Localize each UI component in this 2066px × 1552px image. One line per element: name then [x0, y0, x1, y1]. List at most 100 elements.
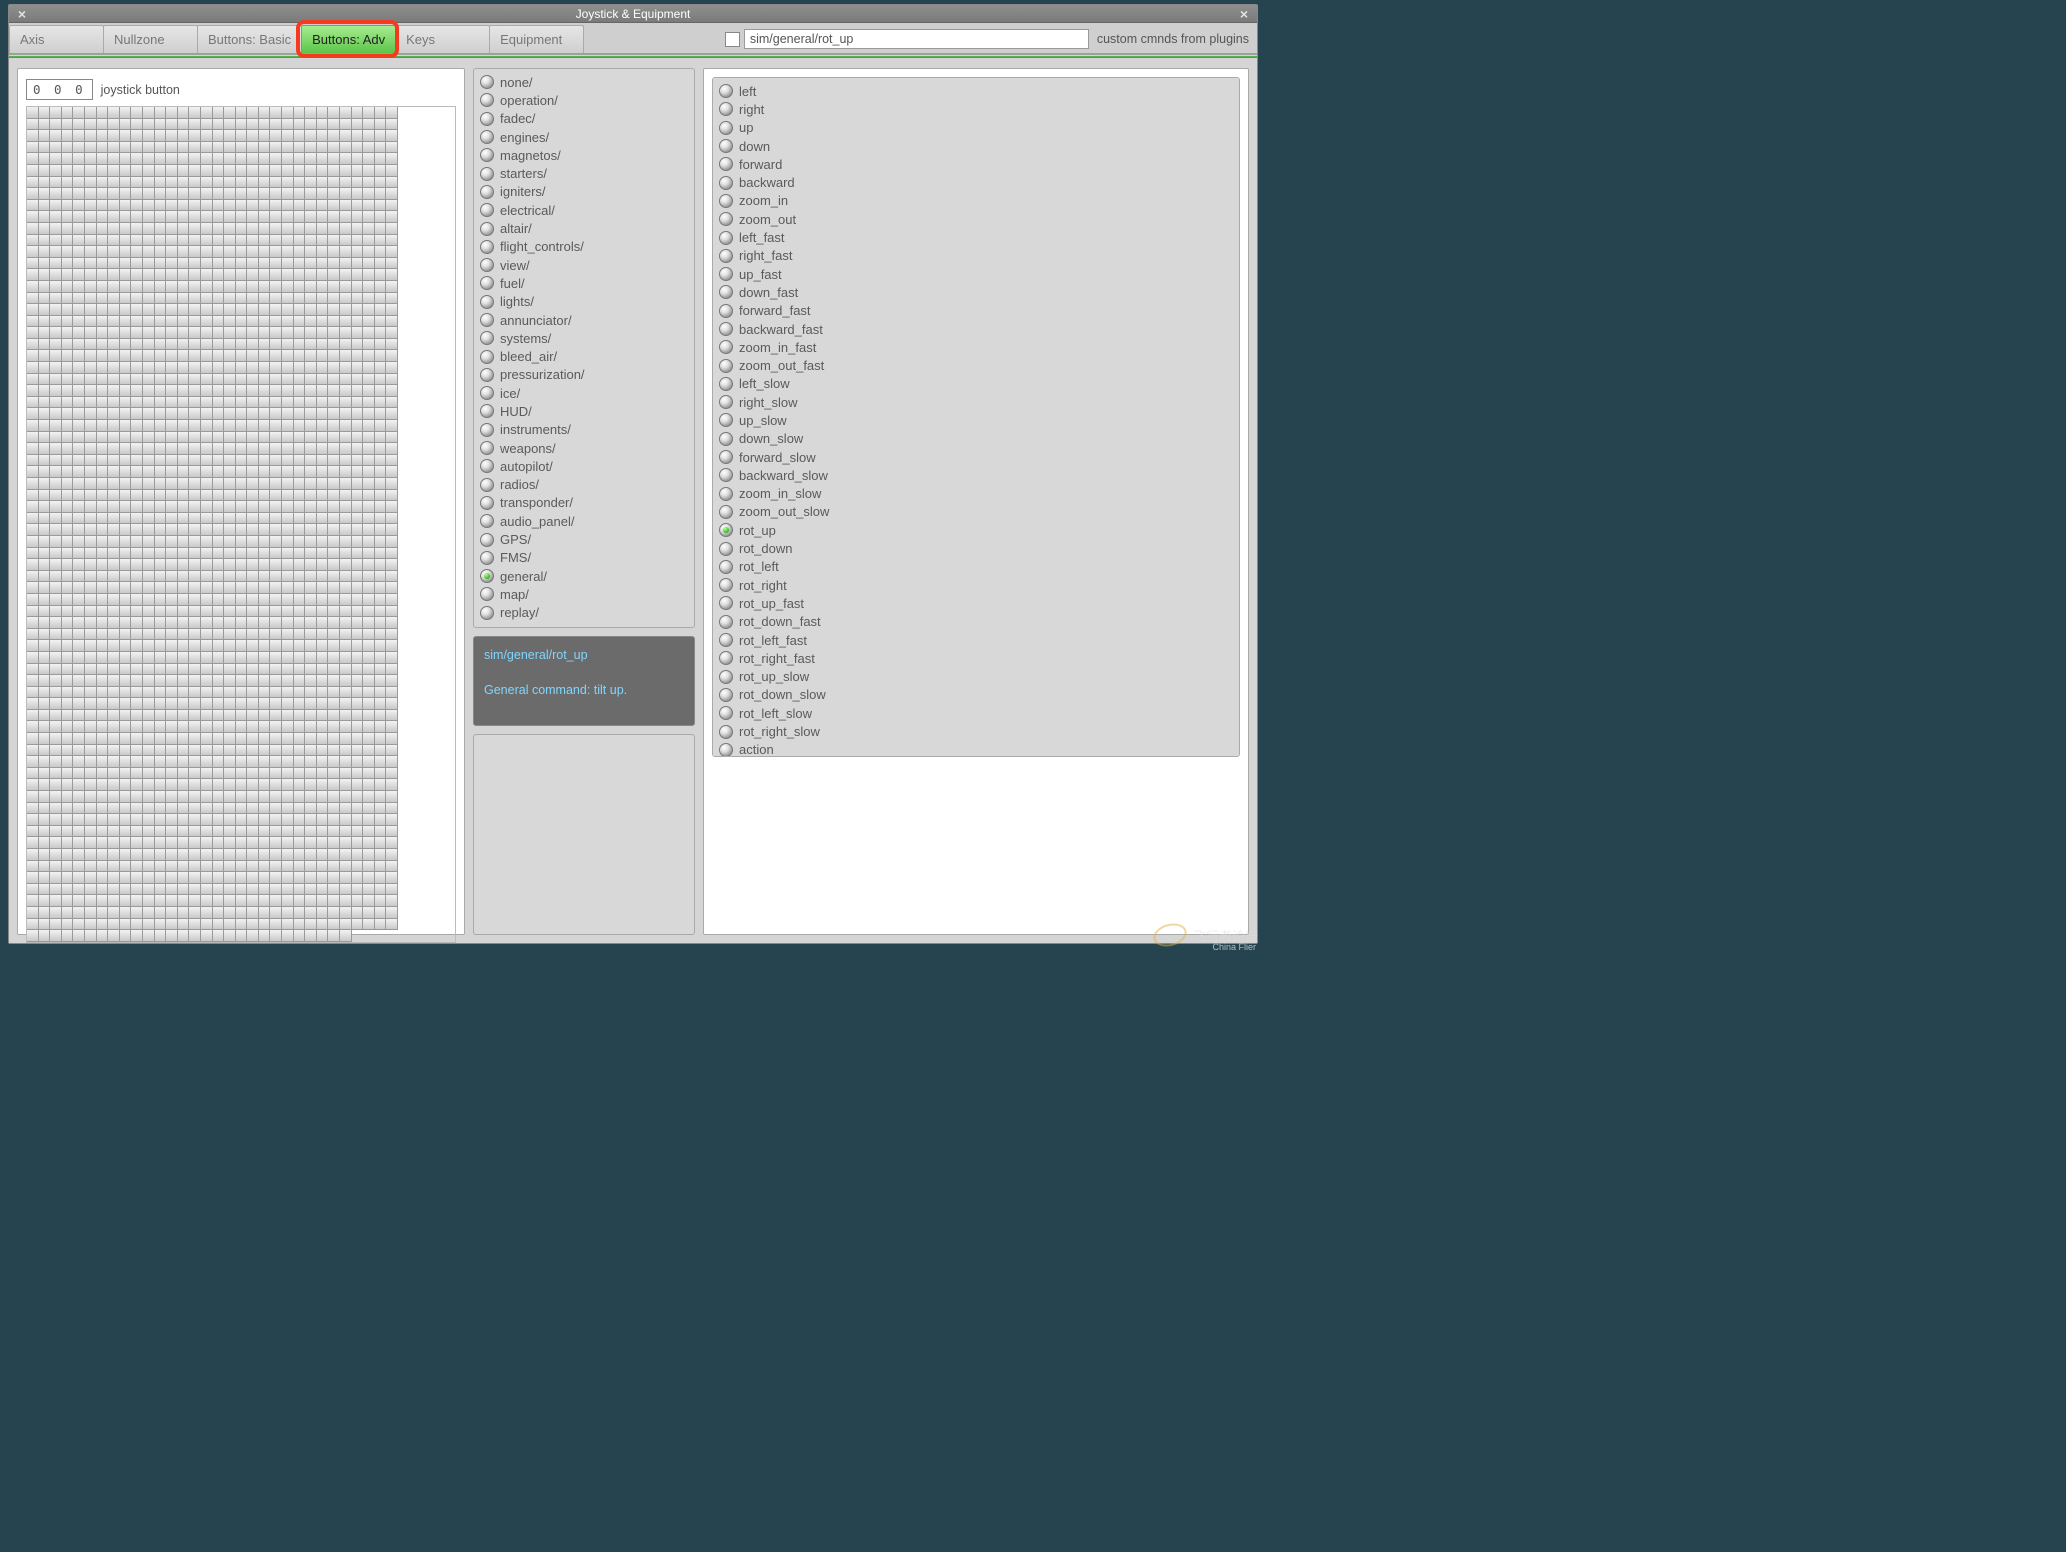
- grid-button[interactable]: [340, 385, 352, 397]
- grid-button[interactable]: [97, 211, 109, 223]
- grid-button[interactable]: [236, 269, 248, 281]
- grid-button[interactable]: [108, 675, 120, 687]
- grid-button[interactable]: [375, 304, 387, 316]
- grid-button[interactable]: [62, 374, 74, 386]
- grid-button[interactable]: [294, 316, 306, 328]
- grid-button[interactable]: [317, 582, 329, 594]
- grid-button[interactable]: [259, 548, 271, 560]
- grid-button[interactable]: [352, 211, 364, 223]
- grid-button[interactable]: [143, 721, 155, 733]
- grid-button[interactable]: [178, 408, 190, 420]
- grid-button[interactable]: [155, 849, 167, 861]
- grid-button[interactable]: [189, 756, 201, 768]
- grid-button[interactable]: [50, 930, 62, 942]
- grid-button[interactable]: [62, 455, 74, 467]
- grid-button[interactable]: [270, 269, 282, 281]
- grid-button[interactable]: [73, 478, 85, 490]
- grid-button[interactable]: [50, 153, 62, 165]
- grid-button[interactable]: [201, 165, 213, 177]
- grid-button[interactable]: [352, 733, 364, 745]
- grid-button[interactable]: [305, 455, 317, 467]
- grid-button[interactable]: [166, 200, 178, 212]
- grid-button[interactable]: [166, 675, 178, 687]
- grid-button[interactable]: [294, 246, 306, 258]
- grid-button[interactable]: [236, 536, 248, 548]
- grid-button[interactable]: [213, 629, 225, 641]
- grid-button[interactable]: [50, 582, 62, 594]
- grid-button[interactable]: [27, 559, 39, 571]
- grid-button[interactable]: [352, 687, 364, 699]
- grid-button[interactable]: [73, 501, 85, 513]
- grid-button[interactable]: [259, 350, 271, 362]
- action-item[interactable]: forward: [719, 155, 1233, 173]
- grid-button[interactable]: [189, 327, 201, 339]
- grid-button[interactable]: [224, 629, 236, 641]
- grid-button[interactable]: [259, 895, 271, 907]
- grid-button[interactable]: [189, 907, 201, 919]
- grid-button[interactable]: [39, 246, 51, 258]
- grid-button[interactable]: [166, 594, 178, 606]
- grid-button[interactable]: [328, 733, 340, 745]
- grid-button[interactable]: [27, 733, 39, 745]
- grid-button[interactable]: [73, 779, 85, 791]
- grid-button[interactable]: [224, 339, 236, 351]
- grid-button[interactable]: [282, 733, 294, 745]
- grid-button[interactable]: [328, 791, 340, 803]
- grid-button[interactable]: [27, 606, 39, 618]
- grid-button[interactable]: [189, 606, 201, 618]
- grid-button[interactable]: [50, 919, 62, 931]
- grid-button[interactable]: [386, 153, 398, 165]
- grid-button[interactable]: [386, 791, 398, 803]
- grid-button[interactable]: [155, 571, 167, 583]
- grid-button[interactable]: [85, 687, 97, 699]
- grid-button[interactable]: [131, 200, 143, 212]
- grid-button[interactable]: [62, 223, 74, 235]
- grid-button[interactable]: [294, 548, 306, 560]
- grid-button[interactable]: [213, 478, 225, 490]
- grid-button[interactable]: [108, 907, 120, 919]
- grid-button[interactable]: [108, 339, 120, 351]
- grid-button[interactable]: [375, 629, 387, 641]
- category-item[interactable]: fadec/: [480, 110, 688, 128]
- grid-button[interactable]: [62, 478, 74, 490]
- grid-button[interactable]: [352, 907, 364, 919]
- grid-button[interactable]: [97, 814, 109, 826]
- grid-button[interactable]: [143, 524, 155, 536]
- grid-button[interactable]: [294, 837, 306, 849]
- grid-button[interactable]: [108, 652, 120, 664]
- grid-button[interactable]: [73, 397, 85, 409]
- grid-button[interactable]: [352, 107, 364, 119]
- grid-button[interactable]: [328, 513, 340, 525]
- grid-button[interactable]: [259, 733, 271, 745]
- grid-button[interactable]: [270, 130, 282, 142]
- grid-button[interactable]: [282, 153, 294, 165]
- grid-button[interactable]: [62, 861, 74, 873]
- grid-button[interactable]: [340, 664, 352, 676]
- grid-button[interactable]: [178, 559, 190, 571]
- grid-button[interactable]: [166, 698, 178, 710]
- grid-button[interactable]: [352, 849, 364, 861]
- grid-button[interactable]: [155, 119, 167, 131]
- grid-button[interactable]: [213, 733, 225, 745]
- grid-button[interactable]: [97, 177, 109, 189]
- grid-button[interactable]: [213, 432, 225, 444]
- grid-button[interactable]: [166, 919, 178, 931]
- grid-button[interactable]: [352, 408, 364, 420]
- grid-button[interactable]: [363, 791, 375, 803]
- grid-button[interactable]: [189, 293, 201, 305]
- grid-button[interactable]: [155, 397, 167, 409]
- grid-button[interactable]: [340, 930, 352, 942]
- grid-button[interactable]: [247, 594, 259, 606]
- grid-button[interactable]: [85, 350, 97, 362]
- grid-button[interactable]: [27, 524, 39, 536]
- grid-button[interactable]: [166, 664, 178, 676]
- grid-button[interactable]: [340, 443, 352, 455]
- grid-button[interactable]: [85, 107, 97, 119]
- grid-button[interactable]: [120, 536, 132, 548]
- grid-button[interactable]: [236, 200, 248, 212]
- grid-button[interactable]: [375, 142, 387, 154]
- grid-button[interactable]: [85, 235, 97, 247]
- grid-button[interactable]: [166, 536, 178, 548]
- grid-button[interactable]: [39, 582, 51, 594]
- grid-button[interactable]: [73, 594, 85, 606]
